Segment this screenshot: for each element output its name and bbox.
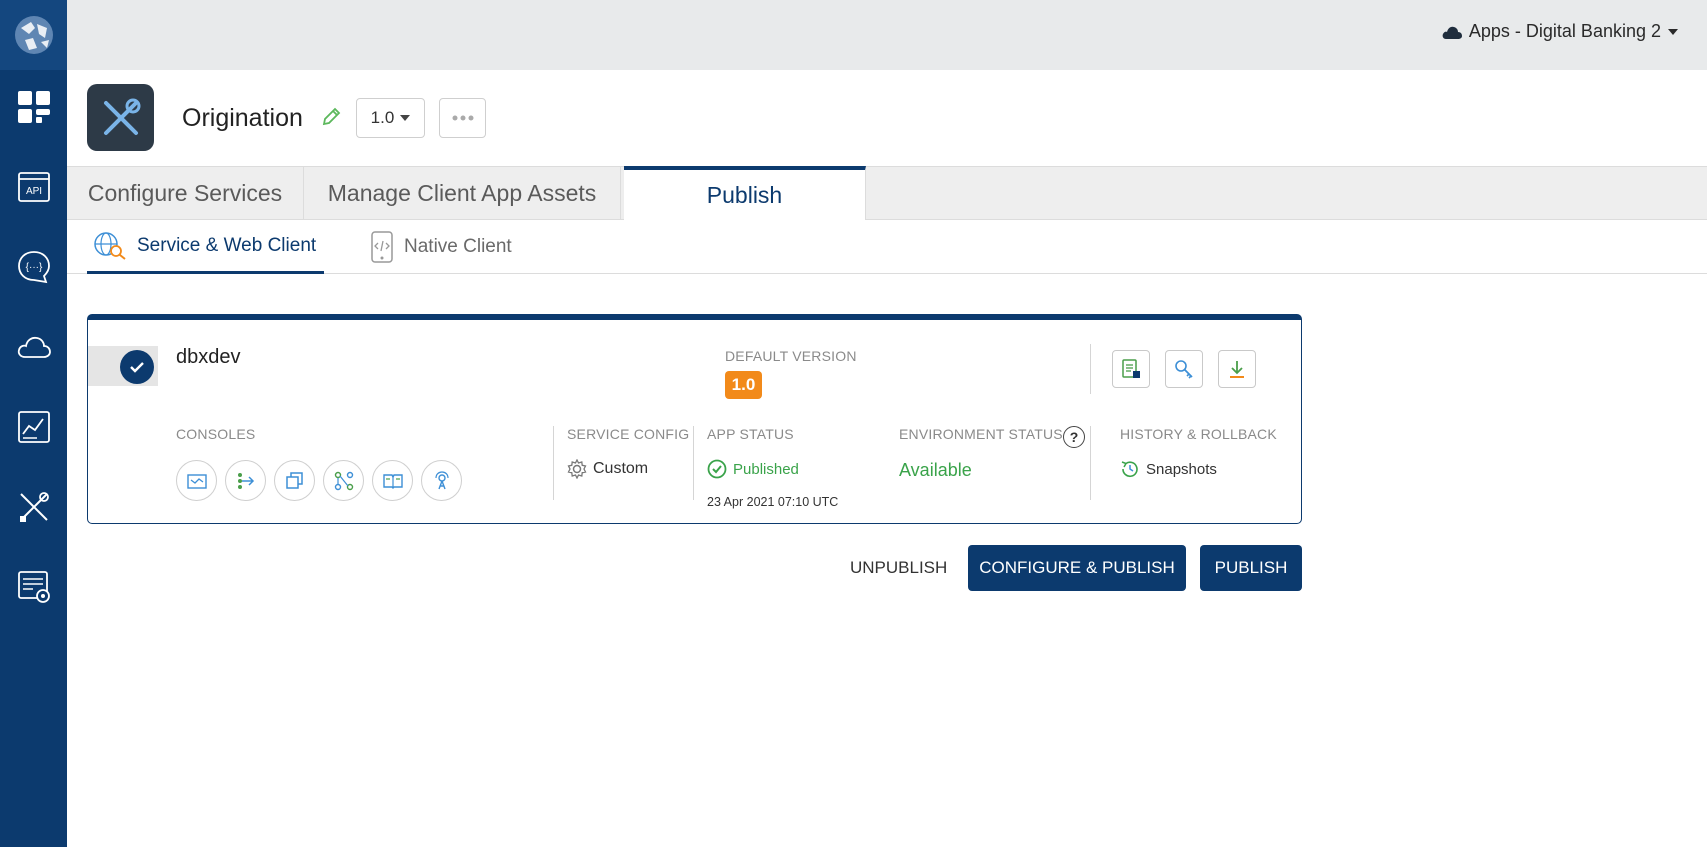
api-icon-text: API xyxy=(25,186,41,197)
subtab-label: Service & Web Client xyxy=(137,234,317,256)
api-icon[interactable]: API xyxy=(0,157,67,217)
console-map-icon[interactable] xyxy=(176,460,217,501)
app-tools-icon xyxy=(87,84,154,151)
help-icon[interactable]: ? xyxy=(1063,426,1085,448)
download-icon[interactable] xyxy=(1218,350,1256,388)
main-tabs: Configure Services Manage Client App Ass… xyxy=(67,166,1707,220)
divider xyxy=(693,426,694,500)
configure-publish-button[interactable]: CONFIGURE & PUBLISH xyxy=(968,545,1186,591)
mobile-code-icon xyxy=(371,231,393,263)
subtab-label: Native Client xyxy=(404,236,512,257)
cloud-icon[interactable] xyxy=(0,317,67,377)
history-icon xyxy=(1121,461,1138,477)
more-options-button[interactable] xyxy=(439,98,486,138)
console-book-icon[interactable] xyxy=(372,460,413,501)
messaging-icon[interactable]: {···} xyxy=(0,237,67,297)
default-version-badge: 1.0 xyxy=(725,371,762,399)
console-broadcast-icon[interactable] xyxy=(421,460,462,501)
config-document-icon[interactable] xyxy=(1112,350,1150,388)
gear-icon xyxy=(567,459,587,479)
tab-publish[interactable]: Publish xyxy=(624,166,866,220)
console-copy-icon[interactable] xyxy=(274,460,315,501)
account-label: Apps - Digital Banking 2 xyxy=(1468,21,1661,41)
globe-search-icon xyxy=(94,231,126,260)
service-config-label: SERVICE CONFIG xyxy=(567,426,690,442)
version-value: 1.0 xyxy=(370,108,395,127)
svg-text:{···}: {···} xyxy=(25,262,42,273)
snapshots-value: Snapshots xyxy=(1146,460,1217,478)
pencil-edit-icon[interactable] xyxy=(320,106,342,133)
console-network-icon[interactable] xyxy=(323,460,364,501)
app-status-timestamp: 23 Apr 2021 07:10 UTC xyxy=(707,495,839,509)
service-config-value: Custom xyxy=(593,460,649,477)
key-icon[interactable] xyxy=(1165,350,1203,388)
version-select[interactable]: 1.0 xyxy=(356,98,425,138)
app-status-value: Published xyxy=(733,460,799,478)
history-rollback-label: HISTORY & ROLLBACK xyxy=(1120,426,1277,442)
sidebar: API {···} xyxy=(0,0,67,847)
globe-logo-icon[interactable] xyxy=(0,0,67,70)
sub-tabs: Service & Web Client Native Client xyxy=(67,220,1707,274)
environment-status-value: Available xyxy=(899,460,972,480)
app-status: Published xyxy=(707,459,799,479)
unpublish-button[interactable]: UNPUBLISH xyxy=(850,545,947,591)
snapshots-link[interactable]: Snapshots xyxy=(1120,459,1217,479)
check-circle-icon xyxy=(707,459,727,479)
analytics-icon[interactable] xyxy=(0,397,67,457)
ellipsis-icon xyxy=(452,115,473,121)
divider xyxy=(553,426,554,500)
consoles-label: CONSOLES xyxy=(176,426,256,442)
top-bar: Apps - Digital Banking 2 xyxy=(67,0,1707,70)
subtab-native-client[interactable]: Native Client xyxy=(370,220,512,274)
service-config-link[interactable]: Custom xyxy=(567,459,648,479)
environment-card: dbxdev DEFAULT VERSION 1.0 CONSOLES SERV… xyxy=(87,314,1302,524)
account-switcher[interactable]: Apps - Digital Banking 2 xyxy=(1441,21,1679,42)
caret-down-icon xyxy=(1668,28,1678,35)
publish-button[interactable]: PUBLISH xyxy=(1200,545,1302,591)
tools-icon[interactable] xyxy=(0,477,67,537)
subtab-service-web-client[interactable]: Service & Web Client xyxy=(87,220,325,274)
divider xyxy=(1090,426,1091,500)
selected-check-icon[interactable] xyxy=(120,350,154,384)
divider xyxy=(1090,344,1091,394)
environment-name: dbxdev xyxy=(176,346,241,368)
console-workflow-icon[interactable] xyxy=(225,460,266,501)
default-version-label: DEFAULT VERSION xyxy=(725,348,857,364)
environment-status-label: ENVIRONMENT STATUS xyxy=(899,426,1063,442)
app-status-label: APP STATUS xyxy=(707,426,794,442)
app-name: Origination xyxy=(182,104,303,132)
tab-manage-client-app-assets[interactable]: Manage Client App Assets xyxy=(304,167,621,220)
cloud-icon xyxy=(1442,26,1462,39)
dashboard-icon[interactable] xyxy=(0,77,67,137)
app-header: Origination 1.0 xyxy=(67,70,1707,166)
caret-down-icon xyxy=(400,115,411,121)
tab-configure-services[interactable]: Configure Services xyxy=(67,167,304,220)
engagement-icon[interactable] xyxy=(0,557,67,617)
